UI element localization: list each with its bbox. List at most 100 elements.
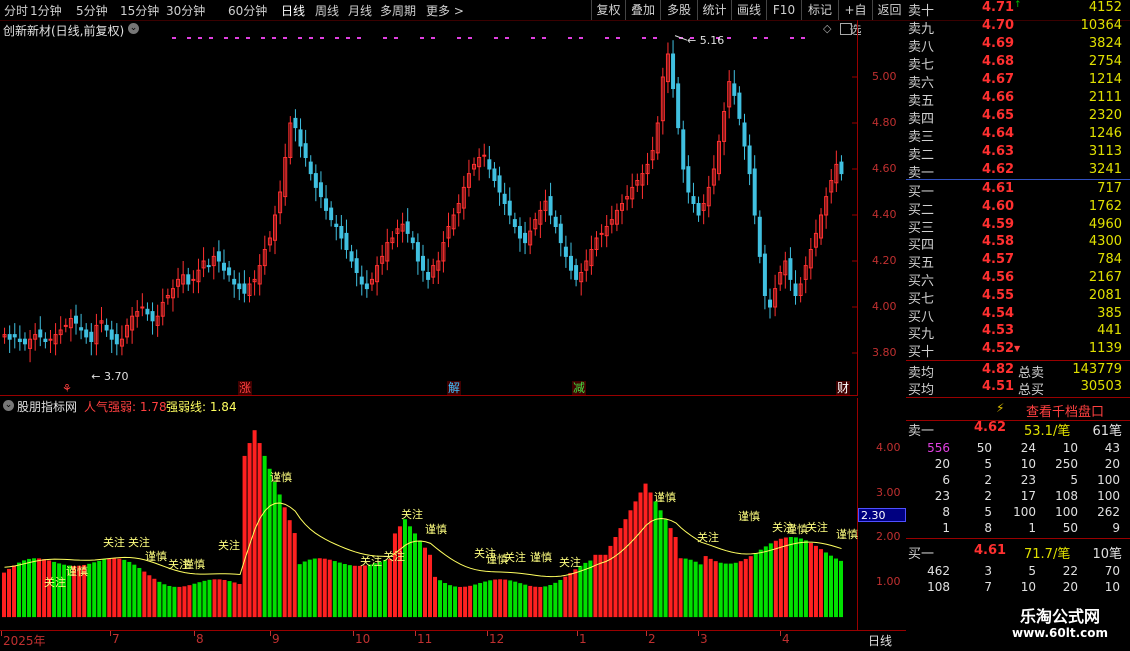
sell-level-row[interactable]: 卖八 4.69 3824	[906, 36, 1124, 55]
candle-body	[768, 299, 773, 308]
indicator-bar	[568, 572, 573, 618]
toolbar-item[interactable]: 周线	[315, 2, 339, 19]
indicator-chart[interactable]: ⌄ 股朋指标网 人气强弱: 1.78 强弱线: 1.84 关注 谨慎 关注 关注 谨慎关…	[0, 398, 906, 630]
indicator-bar	[407, 526, 412, 618]
indicator-bar	[412, 533, 417, 618]
signal-label: 谨慎	[183, 557, 205, 571]
toolbar-item[interactable]: 60分钟	[228, 2, 267, 19]
qiandang-button[interactable]: 查看千档盘口	[1026, 401, 1104, 420]
buy-level-row[interactable]: 买八 4.54 385	[906, 306, 1124, 325]
sell-level-row[interactable]: 卖四 4.65 2320	[906, 108, 1124, 127]
candle-body	[303, 143, 308, 158]
date-tick: 7	[112, 632, 120, 646]
candle-body	[558, 223, 563, 244]
indicator-bar	[227, 581, 232, 618]
indicator-bar	[162, 584, 167, 618]
toolbar-item[interactable]: 15分钟	[120, 2, 159, 19]
candle-body	[512, 219, 517, 228]
sell-level-row[interactable]: 卖七 4.68 2754	[906, 54, 1124, 73]
indicator-bar	[508, 580, 513, 618]
candle-body	[681, 129, 686, 170]
buy-level-row[interactable]: 买七 4.55 2081	[906, 288, 1124, 307]
indicator-bar	[352, 565, 357, 618]
toolbar-button[interactable]: 返回	[872, 0, 906, 20]
candlestick-chart[interactable]: 创新新材(日线,前复权) ⌄ ◇ ← 5.16 ← 3.70 涨解减财 ⚘ 5.00 4…	[0, 20, 897, 396]
queue-order-size: 50	[976, 441, 992, 455]
candle-body	[686, 166, 691, 193]
candle-body	[242, 283, 247, 294]
toolbar-button[interactable]: +自选	[838, 0, 872, 37]
queue-order-size: 8	[942, 505, 950, 519]
queue-order-size: 43	[1104, 441, 1120, 455]
queue-order-size: 22	[1062, 564, 1078, 578]
buy-level-price: 4.61	[982, 181, 1015, 196]
toolbar-item[interactable]: 多周期	[380, 2, 416, 19]
indicator-bar	[277, 494, 282, 618]
buy-level-price: 4.59	[982, 216, 1015, 232]
sell-level-row[interactable]: 卖九 4.70 10364	[906, 18, 1124, 37]
sell-level-row[interactable]: 卖三 4.64 1246	[906, 126, 1124, 145]
signal-dot	[335, 37, 339, 39]
indicator-bar	[553, 582, 558, 618]
signal-dot	[642, 37, 646, 39]
buy-level-row[interactable]: 买二 4.60 1762	[906, 199, 1124, 218]
sell-level-row[interactable]: 卖一 4.62 3241	[906, 162, 1124, 181]
toolbar-button[interactable]: 画线	[731, 0, 766, 20]
candle-body	[84, 329, 89, 338]
toolbar-button[interactable]: 统计	[697, 0, 731, 20]
toolbar-item[interactable]: 分时	[4, 2, 28, 19]
toolbar-item[interactable]: 5分钟	[76, 2, 108, 19]
sell-level-row[interactable]: 卖十 4.71 ↑ 4152	[906, 0, 1124, 19]
sell-level-label: 卖五	[908, 94, 935, 109]
signal-dot	[346, 37, 350, 39]
signal-dot	[261, 37, 265, 39]
sell-level-row[interactable]: 卖二 4.63 3113	[906, 144, 1124, 163]
toolbar-button[interactable]: F10	[766, 0, 801, 20]
buy-level-row[interactable]: 买四 4.58 4300	[906, 234, 1124, 253]
buy-level-row[interactable]: 买三 4.59 4960	[906, 216, 1124, 236]
indicator-bar	[267, 468, 272, 618]
qiandang-bar[interactable]: ⚡ 查看千档盘口	[906, 397, 1130, 421]
date-axis: 2025年 7 8 9 10 11 12 1 2 3 4 日线	[0, 630, 906, 651]
indicator-bar	[117, 558, 122, 618]
queue-order-size: 462	[927, 564, 950, 578]
buy-level-volume: 441	[1097, 323, 1122, 339]
queue-order-size: 2	[984, 473, 992, 487]
toolbar-item[interactable]: 1分钟	[30, 2, 62, 19]
buy-level-row[interactable]: 买一 4.61 717	[906, 181, 1124, 200]
toolbar-item[interactable]: 月线	[348, 2, 372, 19]
buy-level-row[interactable]: 买六 4.56 2167	[906, 270, 1124, 289]
queue-order-size: 5	[984, 505, 992, 519]
sell-level-row[interactable]: 卖六 4.67 1214	[906, 72, 1124, 91]
indicator-bar	[2, 572, 7, 618]
toolbar-button[interactable]: 叠加	[625, 0, 660, 20]
toolbar-button[interactable]: 复权	[591, 0, 625, 20]
buy-level-row[interactable]: 买五 4.57 784	[906, 252, 1124, 271]
sell-level-volume: 10364	[1080, 18, 1122, 33]
candle-body	[507, 200, 512, 216]
queue-order-size: 23	[1020, 473, 1036, 487]
toolbar-item[interactable]: 30分钟	[166, 2, 205, 19]
indicator-bar	[673, 537, 678, 618]
toolbar-button[interactable]: 标记	[801, 0, 838, 20]
toolbar-button[interactable]: 多股	[660, 0, 697, 20]
indicator-bar	[137, 567, 142, 618]
buy-level-price: 4.57	[982, 252, 1015, 268]
indicator-bar	[718, 562, 723, 618]
candle-body	[405, 221, 410, 234]
indicator-bar	[347, 565, 352, 618]
indicator-tick: 4.00	[876, 441, 901, 454]
indicator-bar	[342, 564, 347, 618]
buy-level-row[interactable]: 买十 4.52 ▼ 1139	[906, 341, 1124, 360]
buy1-header: 买一 4.61 71.7/笔 10笔	[906, 543, 1124, 562]
toolbar-item[interactable]: 更多 >	[426, 2, 464, 19]
sell-level-row[interactable]: 卖五 4.66 2111	[906, 90, 1124, 109]
toolbar-item[interactable]: 日线	[281, 2, 305, 19]
date-tick-mark	[1, 631, 2, 636]
signal-dot	[653, 37, 657, 39]
queue-order-size: 20	[1104, 457, 1120, 471]
queue-order-size: 556	[927, 441, 950, 455]
queue-order-size: 6	[942, 473, 950, 487]
buy-level-row[interactable]: 买九 4.53 441	[906, 323, 1124, 342]
date-tick-mark	[698, 631, 699, 636]
